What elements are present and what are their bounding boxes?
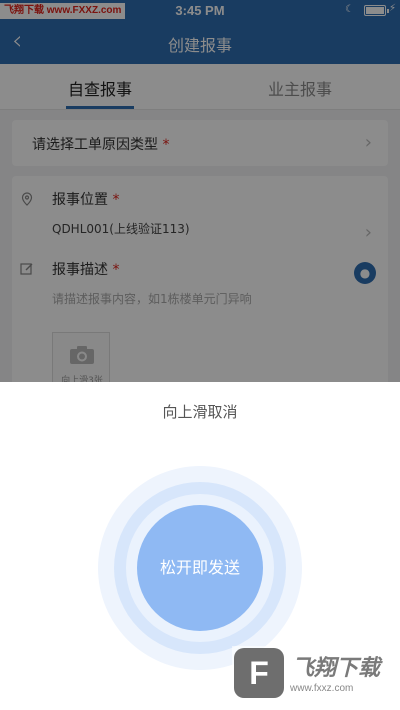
watermark-url: www.fxxz.com [290, 683, 354, 694]
watermark-bottom: F 飞翔下载 www.fxxz.com [232, 646, 394, 702]
watermark-name: 飞翔下载 [292, 656, 381, 681]
swipe-cancel-hint: 向上滑取消 [162, 403, 238, 421]
watermark-logo-icon: F [234, 648, 284, 698]
release-send-button[interactable]: 松开即发送 [137, 505, 263, 631]
overlay-dim [0, 0, 400, 382]
